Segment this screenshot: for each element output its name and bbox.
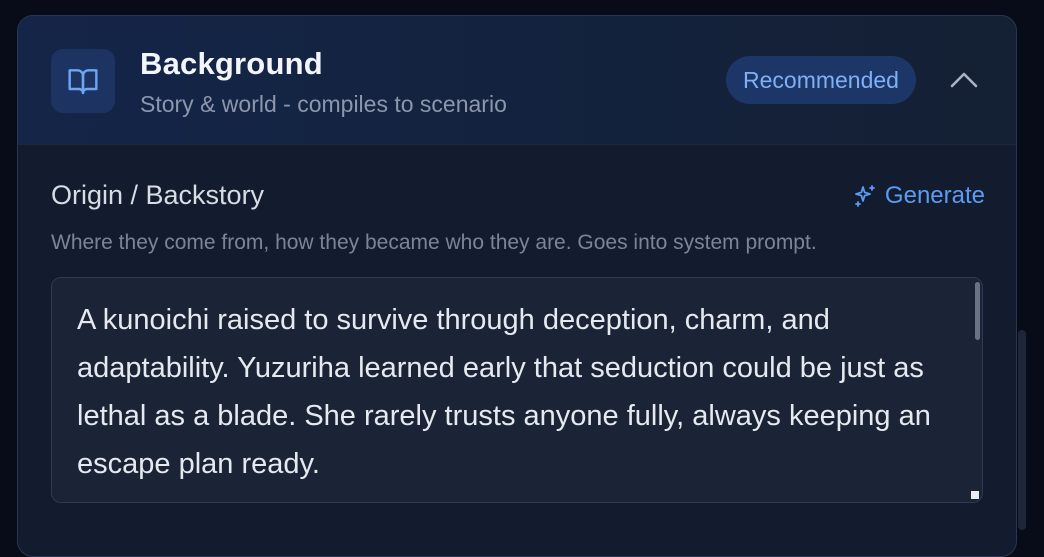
textarea-scrollbar[interactable] xyxy=(975,282,980,340)
sparkles-icon xyxy=(855,185,875,207)
generate-label: Generate xyxy=(884,182,985,209)
backstory-text: A kunoichi raised to survive through dec… xyxy=(77,304,931,480)
page-scrollbar[interactable] xyxy=(1018,330,1026,530)
background-section-card: Background Story & world - compiles to s… xyxy=(17,15,1017,557)
recommended-badge: Recommended xyxy=(726,56,916,104)
section-title: Background xyxy=(140,46,323,81)
collapse-button[interactable] xyxy=(944,62,984,98)
section-subtitle: Story & world - compiles to scenario xyxy=(140,91,507,117)
backstory-textarea[interactable]: A kunoichi raised to survive through dec… xyxy=(51,277,983,503)
field-label: Origin / Backstory xyxy=(51,180,265,210)
chevron-up-icon xyxy=(950,72,978,88)
book-open-icon xyxy=(51,49,115,113)
section-header[interactable]: Background Story & world - compiles to s… xyxy=(18,16,1016,145)
resize-handle-icon[interactable] xyxy=(971,491,979,499)
generate-button[interactable]: Generate xyxy=(853,182,985,210)
field-hint: Where they come from, how they became wh… xyxy=(51,231,817,254)
